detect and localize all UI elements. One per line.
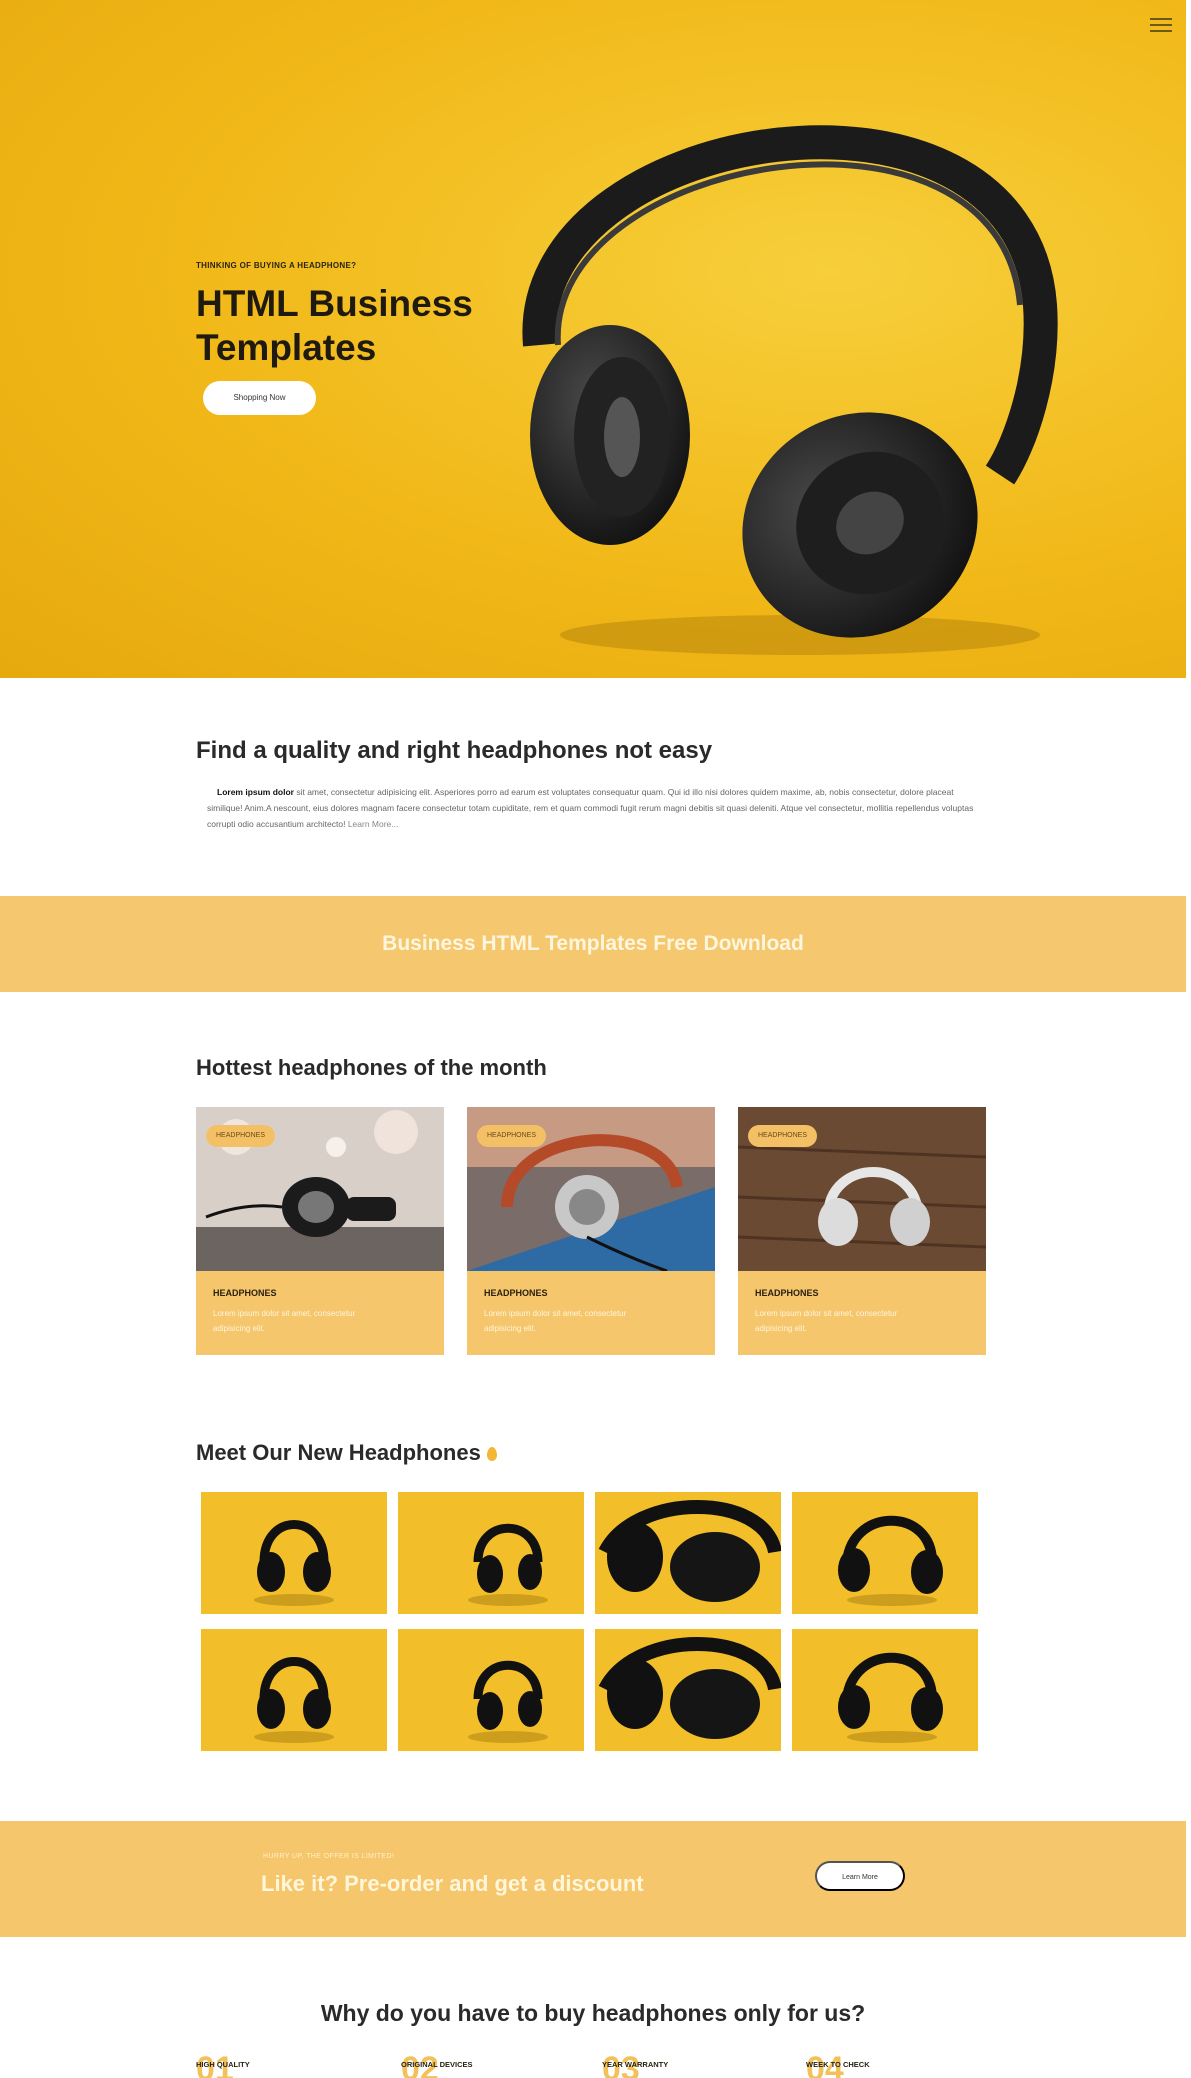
product-tag: HEADPHONES	[206, 1125, 276, 1147]
hottest-title: Hottest headphones of the month	[196, 1055, 547, 1080]
product-description: Lorem ipsum dolor sit amet, consectetur …	[213, 1309, 356, 1333]
product-card-footer: HEADPHONES Lorem ipsum dolor sit amet, c…	[467, 1271, 715, 1355]
meet-title-text: Meet Our New Headphones	[196, 1440, 481, 1465]
product-description: Lorem ipsum dolor sit amet, consectetur …	[755, 1309, 898, 1333]
gallery-item[interactable]	[792, 1492, 978, 1614]
feature-label: ORIGINAL DEVICES	[401, 2060, 473, 2069]
gallery-item[interactable]	[201, 1629, 387, 1751]
product-description: Lorem ipsum dolor sit amet, consectetur …	[484, 1309, 627, 1333]
preorder-title: Like it? Pre-order and get a discount	[261, 1871, 644, 1896]
hottest-cards: HEADPHONES HEADPHONES Lorem ipsum dolor …	[196, 1107, 986, 1355]
why-title: Why do you have to buy headphones only f…	[320, 2000, 866, 2026]
intro-title: Find a quality and right headphones not …	[196, 737, 713, 764]
gallery-item[interactable]	[398, 1629, 584, 1751]
intro-body: sit amet, consectetur adipisicing elit. …	[207, 787, 974, 829]
intro-paragraph: Lorem ipsum dolor sit amet, consectetur …	[207, 784, 987, 832]
learn-more-button[interactable]: Learn More	[815, 1861, 905, 1891]
hero-section: THINKING OF BUYING A HEADPHONE? HTML Bus…	[0, 0, 1186, 678]
learn-more-link[interactable]: Learn More...	[348, 819, 399, 829]
preorder-kicker: HURRY UP, THE OFFER IS LIMITED!	[263, 1853, 395, 1860]
headphones-gallery	[201, 1492, 979, 1752]
product-title: HEADPHONES	[213, 1288, 277, 1298]
drop-icon	[486, 1447, 497, 1462]
hero-eyebrow: THINKING OF BUYING A HEADPHONE?	[196, 261, 357, 270]
product-card[interactable]: HEADPHONES HEADPHONES Lorem ipsum dolor …	[738, 1107, 986, 1355]
gallery-item[interactable]	[595, 1629, 781, 1751]
product-title: HEADPHONES	[755, 1288, 819, 1298]
preorder-banner: HURRY UP, THE OFFER IS LIMITED! Like it?…	[0, 1821, 1186, 1937]
hero-title: HTML Business Templates	[196, 283, 473, 368]
meet-title: Meet Our New Headphones	[196, 1440, 497, 1466]
product-title: HEADPHONES	[484, 1288, 548, 1298]
product-card-footer: HEADPHONES Lorem ipsum dolor sit amet, c…	[738, 1271, 986, 1355]
download-banner: Business HTML Templates Free Download	[0, 896, 1186, 992]
feature-label: WEEK TO CHECK	[806, 2060, 870, 2069]
product-card-footer: HEADPHONES Lorem ipsum dolor sit amet, c…	[196, 1271, 444, 1355]
feature-label: HIGH QUALITY	[196, 2060, 250, 2069]
gallery-item[interactable]	[201, 1492, 387, 1614]
download-banner-text[interactable]: Business HTML Templates Free Download	[0, 896, 1186, 992]
shopping-now-button[interactable]: Shopping Now	[203, 381, 316, 415]
gallery-item[interactable]	[398, 1492, 584, 1614]
product-tag: HEADPHONES	[477, 1125, 547, 1147]
gallery-item[interactable]	[792, 1629, 978, 1751]
product-card[interactable]: HEADPHONES HEADPHONES Lorem ipsum dolor …	[467, 1107, 715, 1355]
hamburger-menu-icon[interactable]	[1150, 18, 1172, 34]
gallery-item[interactable]	[595, 1492, 781, 1614]
product-tag: HEADPHONES	[748, 1125, 818, 1147]
intro-lead: Lorem ipsum dolor	[217, 787, 294, 797]
feature-label: YEAR WARRANTY	[602, 2060, 669, 2069]
headphones-hero-image	[522, 125, 1058, 655]
product-card[interactable]: HEADPHONES HEADPHONES Lorem ipsum dolor …	[196, 1107, 444, 1355]
